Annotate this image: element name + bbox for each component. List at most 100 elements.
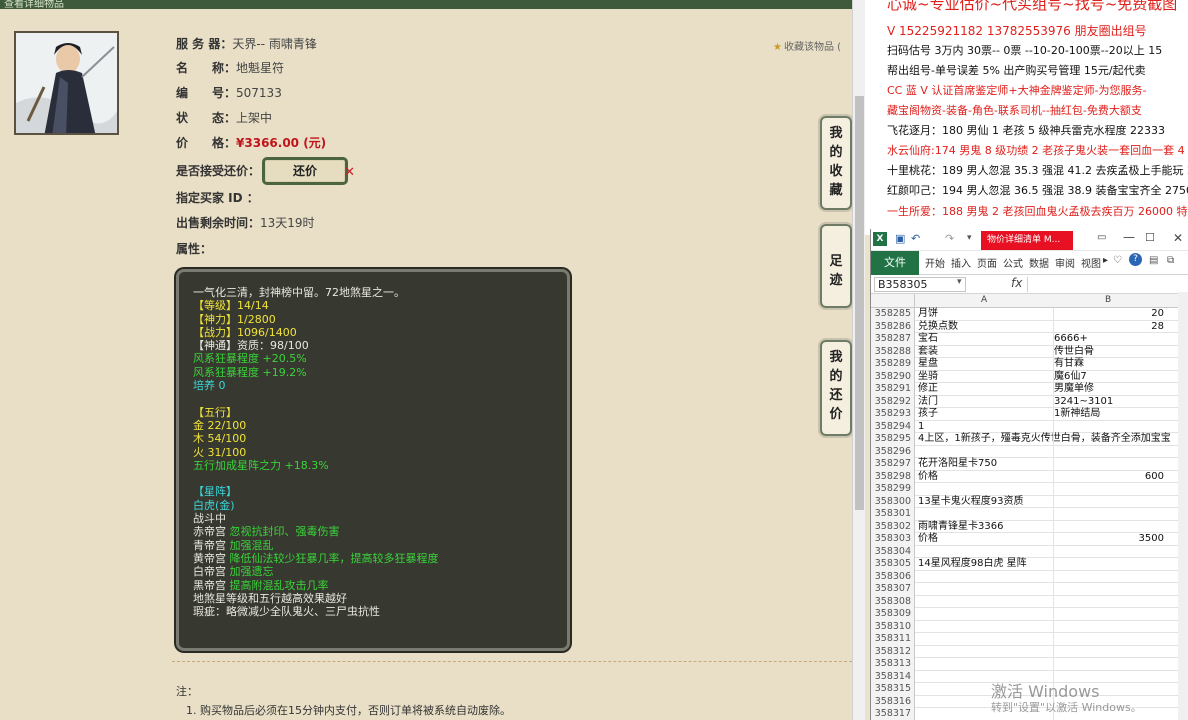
- cell-a[interactable]: 价格: [918, 471, 1052, 484]
- sheet-row[interactable]: 358309: [871, 608, 1188, 621]
- row-number[interactable]: 358316: [871, 695, 915, 708]
- row-number[interactable]: 358298: [871, 470, 915, 483]
- row-number[interactable]: 358313: [871, 658, 915, 671]
- cell-b[interactable]: 魔6仙7: [1054, 371, 1164, 384]
- sheet-row[interactable]: 358308: [871, 595, 1188, 608]
- fx-icon[interactable]: fx: [1011, 276, 1022, 290]
- tab-home[interactable]: 开始: [925, 255, 945, 270]
- cell-a[interactable]: 套装: [918, 346, 1052, 359]
- sheet-row[interactable]: 358304: [871, 545, 1188, 558]
- save-icon[interactable]: ▣: [895, 232, 905, 245]
- scrollbar-thumb[interactable]: [855, 96, 864, 510]
- row-number[interactable]: 358287: [871, 333, 915, 346]
- row-number[interactable]: 358297: [871, 458, 915, 471]
- side-tab-footprint[interactable]: 足迹: [820, 224, 852, 308]
- cell-a[interactable]: 兑换点数: [918, 321, 1052, 334]
- row-number[interactable]: 358314: [871, 670, 915, 683]
- row-number[interactable]: 358291: [871, 383, 915, 396]
- sheet-row[interactable]: 358299: [871, 483, 1188, 496]
- row-number[interactable]: 358304: [871, 545, 915, 558]
- row-number[interactable]: 358302: [871, 520, 915, 533]
- sheet-row[interactable]: 358293 孩子 1新神结局: [871, 408, 1188, 421]
- sheet-row[interactable]: 358285 月饼 20: [871, 308, 1188, 321]
- row-number[interactable]: 358305: [871, 558, 915, 571]
- ribbon-more-icon[interactable]: ▸: [1103, 255, 1108, 266]
- cell-b[interactable]: 有甘霖: [1054, 358, 1164, 371]
- cell-a[interactable]: 孩子: [918, 408, 1052, 421]
- cell-a[interactable]: 1: [918, 421, 1052, 434]
- cell-a[interactable]: 价格: [918, 533, 1052, 546]
- cell-a[interactable]: 月饼: [918, 308, 1052, 321]
- maximize-icon[interactable]: ☐: [1145, 231, 1155, 244]
- cell-a[interactable]: 法门: [918, 396, 1052, 409]
- row-number[interactable]: 358312: [871, 645, 915, 658]
- close-icon[interactable]: ✕: [1173, 231, 1183, 245]
- share-icon[interactable]: ▤: [1149, 255, 1158, 266]
- cell-a[interactable]: 星盘: [918, 358, 1052, 371]
- row-number[interactable]: 358299: [871, 483, 915, 496]
- name-box[interactable]: B358305: [874, 277, 966, 292]
- cell-b[interactable]: 传世白骨: [1054, 346, 1164, 359]
- select-all-corner[interactable]: [871, 294, 915, 308]
- row-number[interactable]: 358289: [871, 358, 915, 371]
- sheet-row[interactable]: 358292 法门 3241~3101: [871, 395, 1188, 409]
- row-number[interactable]: 358290: [871, 370, 915, 383]
- sheet-row[interactable]: 358302 雨啸青锋星卡3366: [871, 520, 1188, 533]
- cell-a[interactable]: 宝石: [918, 333, 1052, 346]
- row-number[interactable]: 358293: [871, 408, 915, 421]
- cell-a[interactable]: 坐骑: [918, 371, 1052, 384]
- row-number[interactable]: 358286: [871, 320, 915, 333]
- namebox-dropdown-icon[interactable]: ▾: [957, 277, 962, 287]
- side-tab-favorites[interactable]: 我的收藏: [820, 116, 852, 210]
- tab-review[interactable]: 审阅: [1055, 255, 1075, 270]
- cell-b[interactable]: 20: [1054, 308, 1164, 321]
- row-number[interactable]: 358306: [871, 570, 915, 583]
- sheet-row[interactable]: 358311: [871, 633, 1188, 646]
- tab-file[interactable]: 文件: [871, 251, 919, 275]
- row-number[interactable]: 358288: [871, 345, 915, 358]
- formula-input[interactable]: [1027, 277, 1187, 292]
- cell-b[interactable]: 1新神结局: [1054, 408, 1164, 421]
- cell-a[interactable]: 13星卡鬼火程度93资质: [918, 496, 1052, 509]
- cell-b[interactable]: 3241~3101: [1054, 396, 1164, 409]
- counter-offer-button[interactable]: 还价 ✕: [262, 157, 355, 185]
- minimize-icon[interactable]: —: [1123, 230, 1135, 244]
- help-icon[interactable]: ?: [1129, 253, 1142, 266]
- window-icon[interactable]: ⧉: [1167, 255, 1174, 266]
- favorite-link[interactable]: ★ 收藏该物品 (: [773, 38, 841, 53]
- sheet-row[interactable]: 358312: [871, 645, 1188, 658]
- cell-b[interactable]: 男魔单修: [1054, 383, 1164, 396]
- cell-a[interactable]: 花开洛阳星卡750: [918, 458, 1052, 471]
- row-number[interactable]: 358310: [871, 620, 915, 633]
- row-number[interactable]: 358292: [871, 395, 915, 408]
- row-number[interactable]: 358303: [871, 533, 915, 546]
- redo-icon[interactable]: ↷: [945, 232, 954, 245]
- sheet-row[interactable]: 358300 13星卡鬼火程度93资质: [871, 495, 1188, 509]
- sheet-row[interactable]: 358291 修正 男魔单修: [871, 383, 1188, 396]
- tab-formulas[interactable]: 公式: [1003, 255, 1023, 270]
- sheet-row[interactable]: 358310: [871, 620, 1188, 633]
- side-tab-my-counter[interactable]: 我的还价: [820, 340, 852, 436]
- cell-a[interactable]: 14星风程度98白虎 星阵: [918, 558, 1052, 571]
- sheet-row[interactable]: 358288 套装 传世白骨: [871, 345, 1188, 359]
- sheet-row[interactable]: 358313: [871, 658, 1188, 671]
- row-number[interactable]: 358296: [871, 445, 915, 458]
- sheet-row[interactable]: 358303 价格 3500: [871, 533, 1188, 546]
- ribbon-options-icon[interactable]: ▭: [1097, 232, 1106, 243]
- sheet-row[interactable]: 358307: [871, 583, 1188, 596]
- row-number[interactable]: 358315: [871, 683, 915, 696]
- tab-view[interactable]: 视图: [1081, 255, 1101, 270]
- row-number[interactable]: 358309: [871, 608, 915, 621]
- sheet-row[interactable]: 358289 星盘 有甘霖: [871, 358, 1188, 371]
- tab-insert[interactable]: 插入: [951, 255, 971, 270]
- cell-b[interactable]: 28: [1054, 321, 1164, 334]
- row-number[interactable]: 358300: [871, 495, 915, 508]
- sheet-row[interactable]: 358296: [871, 445, 1188, 458]
- sheet-row[interactable]: 358298 价格 600: [871, 470, 1188, 484]
- cell-b[interactable]: 3500: [1054, 533, 1164, 546]
- row-number[interactable]: 358301: [871, 508, 915, 521]
- tab-data[interactable]: 数据: [1029, 255, 1049, 270]
- quick-access-dropdown-icon[interactable]: ▾: [967, 233, 972, 243]
- cell-b[interactable]: 600: [1054, 471, 1164, 484]
- row-number[interactable]: 358311: [871, 633, 915, 646]
